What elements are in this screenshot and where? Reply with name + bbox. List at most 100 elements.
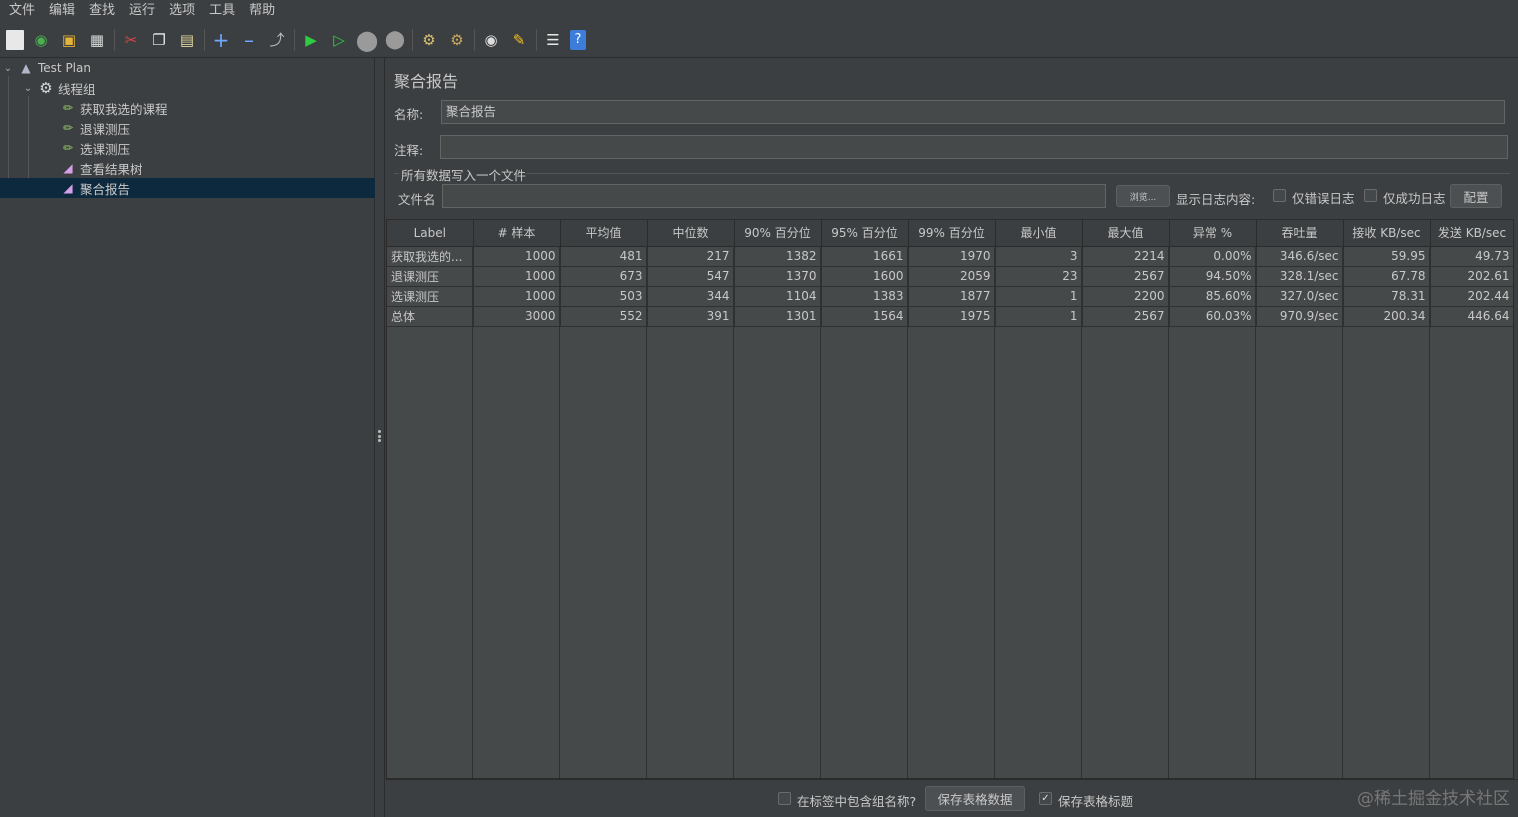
configure-button[interactable]: 配置 (1450, 184, 1502, 208)
tree-item-listener-selected[interactable]: ◢ 聚合报告 (0, 178, 375, 198)
expand-icon[interactable]: + (210, 28, 232, 52)
aggregate-report-table[interactable]: Label # 样本 平均值 中位数 90% 百分位 95% 百分位 99% 百分位 最小值最… (386, 219, 1514, 779)
filename-label: 文件名 (398, 192, 436, 207)
start-icon[interactable]: ▶ (300, 29, 322, 51)
include-group-checkbox[interactable] (778, 792, 791, 805)
split-pane-divider[interactable] (375, 58, 385, 817)
menu-item[interactable]: 选项 (162, 0, 202, 22)
save-table-data-button[interactable]: 保存表格数据 (925, 786, 1025, 811)
tree-item-sampler[interactable]: ✏ 选课测压 (0, 138, 375, 158)
column-header[interactable]: # 样本 (473, 220, 561, 247)
menu-item[interactable]: 运行 (122, 0, 162, 22)
collapse-icon[interactable]: – (238, 28, 260, 52)
table-row[interactable]: 选课测压 1000 503 344 1104 1383 1877 1 2200 85.60% 327… (387, 286, 1513, 307)
column-header[interactable]: 中位数 (647, 220, 735, 247)
table-cell: 1 (995, 286, 1083, 307)
sampler-icon: ✏ (62, 141, 74, 155)
table-cell: 547 (647, 266, 735, 287)
table-row[interactable]: 获取我选的... 1000 481 217 1382 1661 1970 3 2214 0.00%… (387, 246, 1513, 267)
name-field[interactable]: 聚合报告 (441, 100, 1505, 124)
paste-icon[interactable]: ▤ (176, 29, 198, 51)
tree-item-label: 查看结果树 (80, 161, 143, 177)
tree-item-listener[interactable]: ◢ 查看结果树 (0, 158, 375, 178)
column-header[interactable]: 吞吐量 (1256, 220, 1344, 247)
column-header[interactable]: Label (387, 220, 474, 247)
comment-field[interactable] (440, 135, 1508, 159)
column-header[interactable]: 发送 KB/sec (1430, 220, 1513, 247)
search-icon[interactable]: ◉ (480, 29, 502, 51)
toggle-icon[interactable]: ⤴ (266, 29, 288, 51)
chevron-down-icon[interactable]: ⌄ (22, 83, 34, 94)
column-header[interactable]: 异常 % (1169, 220, 1257, 247)
reset-search-icon[interactable]: ✎ (508, 29, 530, 51)
toolbar-separator (294, 28, 295, 51)
toolbar-separator (474, 28, 475, 51)
browse-button[interactable]: 浏览... (1116, 185, 1170, 207)
menu-item[interactable]: 工具 (202, 0, 242, 22)
table-cell: 344 (647, 286, 735, 307)
help-icon[interactable]: ? (570, 29, 586, 50)
table-cell: 552 (560, 306, 648, 327)
save-icon[interactable]: ▦ (86, 29, 108, 51)
stop-icon[interactable]: ⬤ (356, 28, 378, 52)
table-cell: 1970 (908, 246, 996, 267)
group-border (394, 173, 399, 174)
table-cell: 327.0/sec (1256, 286, 1344, 307)
clear-icon[interactable]: ⚙ (418, 29, 440, 51)
check-icon: ✓ (1041, 793, 1050, 804)
tree-item-thread-group[interactable]: ⌄ ⚙ 线程组 (0, 78, 375, 98)
save-header-label: 保存表格标题 (1058, 794, 1134, 809)
table-cell: 346.6/sec (1256, 246, 1344, 267)
clear-all-icon[interactable]: ⚙ (446, 29, 468, 51)
table-cell: 1600 (821, 266, 909, 287)
column-header[interactable]: 最大值 (1082, 220, 1170, 247)
drag-handle-icon[interactable] (378, 430, 381, 442)
tree-item-sampler[interactable]: ✏ 获取我选的课程 (0, 98, 375, 118)
table-cell: 1382 (734, 246, 822, 267)
bottom-bar: 在标签中包含组名称? 保存表格数据 ✓ 保存表格标题 (386, 779, 1518, 817)
toolbar-separator (412, 28, 413, 51)
sampler-icon: ✏ (62, 121, 74, 135)
table-cell: 3 (995, 246, 1083, 267)
table-cell: 49.73 (1430, 246, 1513, 267)
open-icon[interactable]: ▣ (58, 29, 80, 51)
menu-item[interactable]: 查找 (82, 0, 122, 22)
shutdown-icon[interactable]: ⬤ (384, 29, 406, 51)
errors-only-checkbox[interactable] (1273, 189, 1286, 202)
log-display-label: 显示日志内容: (1176, 192, 1256, 207)
success-only-label: 仅成功日志 (1383, 191, 1446, 206)
table-cell: 3000 (473, 306, 561, 327)
column-header[interactable]: 最小值 (995, 220, 1083, 247)
copy-icon[interactable]: ❐ (148, 29, 170, 51)
tree-item-label: 获取我选的课程 (80, 101, 168, 117)
toolbar-separator (536, 28, 537, 51)
column-header[interactable]: 90% 百分位 (734, 220, 822, 247)
start-no-pause-icon[interactable]: ▷ (328, 29, 350, 51)
table-cell: 总体 (387, 306, 474, 327)
cut-icon[interactable]: ✂ (120, 29, 142, 51)
table-cell: 2200 (1082, 286, 1170, 307)
table-cell: 59.95 (1343, 246, 1431, 267)
table-cell: 1000 (473, 246, 561, 267)
save-header-checkbox[interactable]: ✓ (1039, 792, 1052, 805)
table-cell: 1 (995, 306, 1083, 327)
filename-field[interactable] (442, 184, 1106, 208)
templates-icon[interactable]: ◉ (30, 29, 52, 51)
menu-item[interactable]: 文件 (2, 0, 42, 22)
column-header[interactable]: 平均值 (560, 220, 648, 247)
tree-item-test-plan[interactable]: ⌄ ▲ Test Plan (0, 58, 375, 78)
column-header[interactable]: 95% 百分位 (821, 220, 909, 247)
table-cell: 60.03% (1169, 306, 1257, 327)
menu-item[interactable]: 编辑 (42, 0, 82, 22)
function-helper-icon[interactable]: ☰ (542, 29, 564, 51)
column-header[interactable]: 接收 KB/sec (1343, 220, 1431, 247)
tree-item-sampler[interactable]: ✏ 退课测压 (0, 118, 375, 138)
column-header[interactable]: 99% 百分位 (908, 220, 996, 247)
success-only-checkbox[interactable] (1364, 189, 1377, 202)
page-title: 聚合报告 (394, 72, 459, 91)
chevron-down-icon[interactable]: ⌄ (2, 63, 14, 74)
table-row[interactable]: 退课测压 1000 673 547 1370 1600 2059 23 2567 94.50% 32… (387, 266, 1513, 287)
menu-item[interactable]: 帮助 (242, 0, 282, 22)
table-row[interactable]: 总体 3000 552 391 1301 1564 1975 1 2567 60.03% 970.9… (387, 306, 1513, 327)
new-icon[interactable] (6, 29, 24, 50)
